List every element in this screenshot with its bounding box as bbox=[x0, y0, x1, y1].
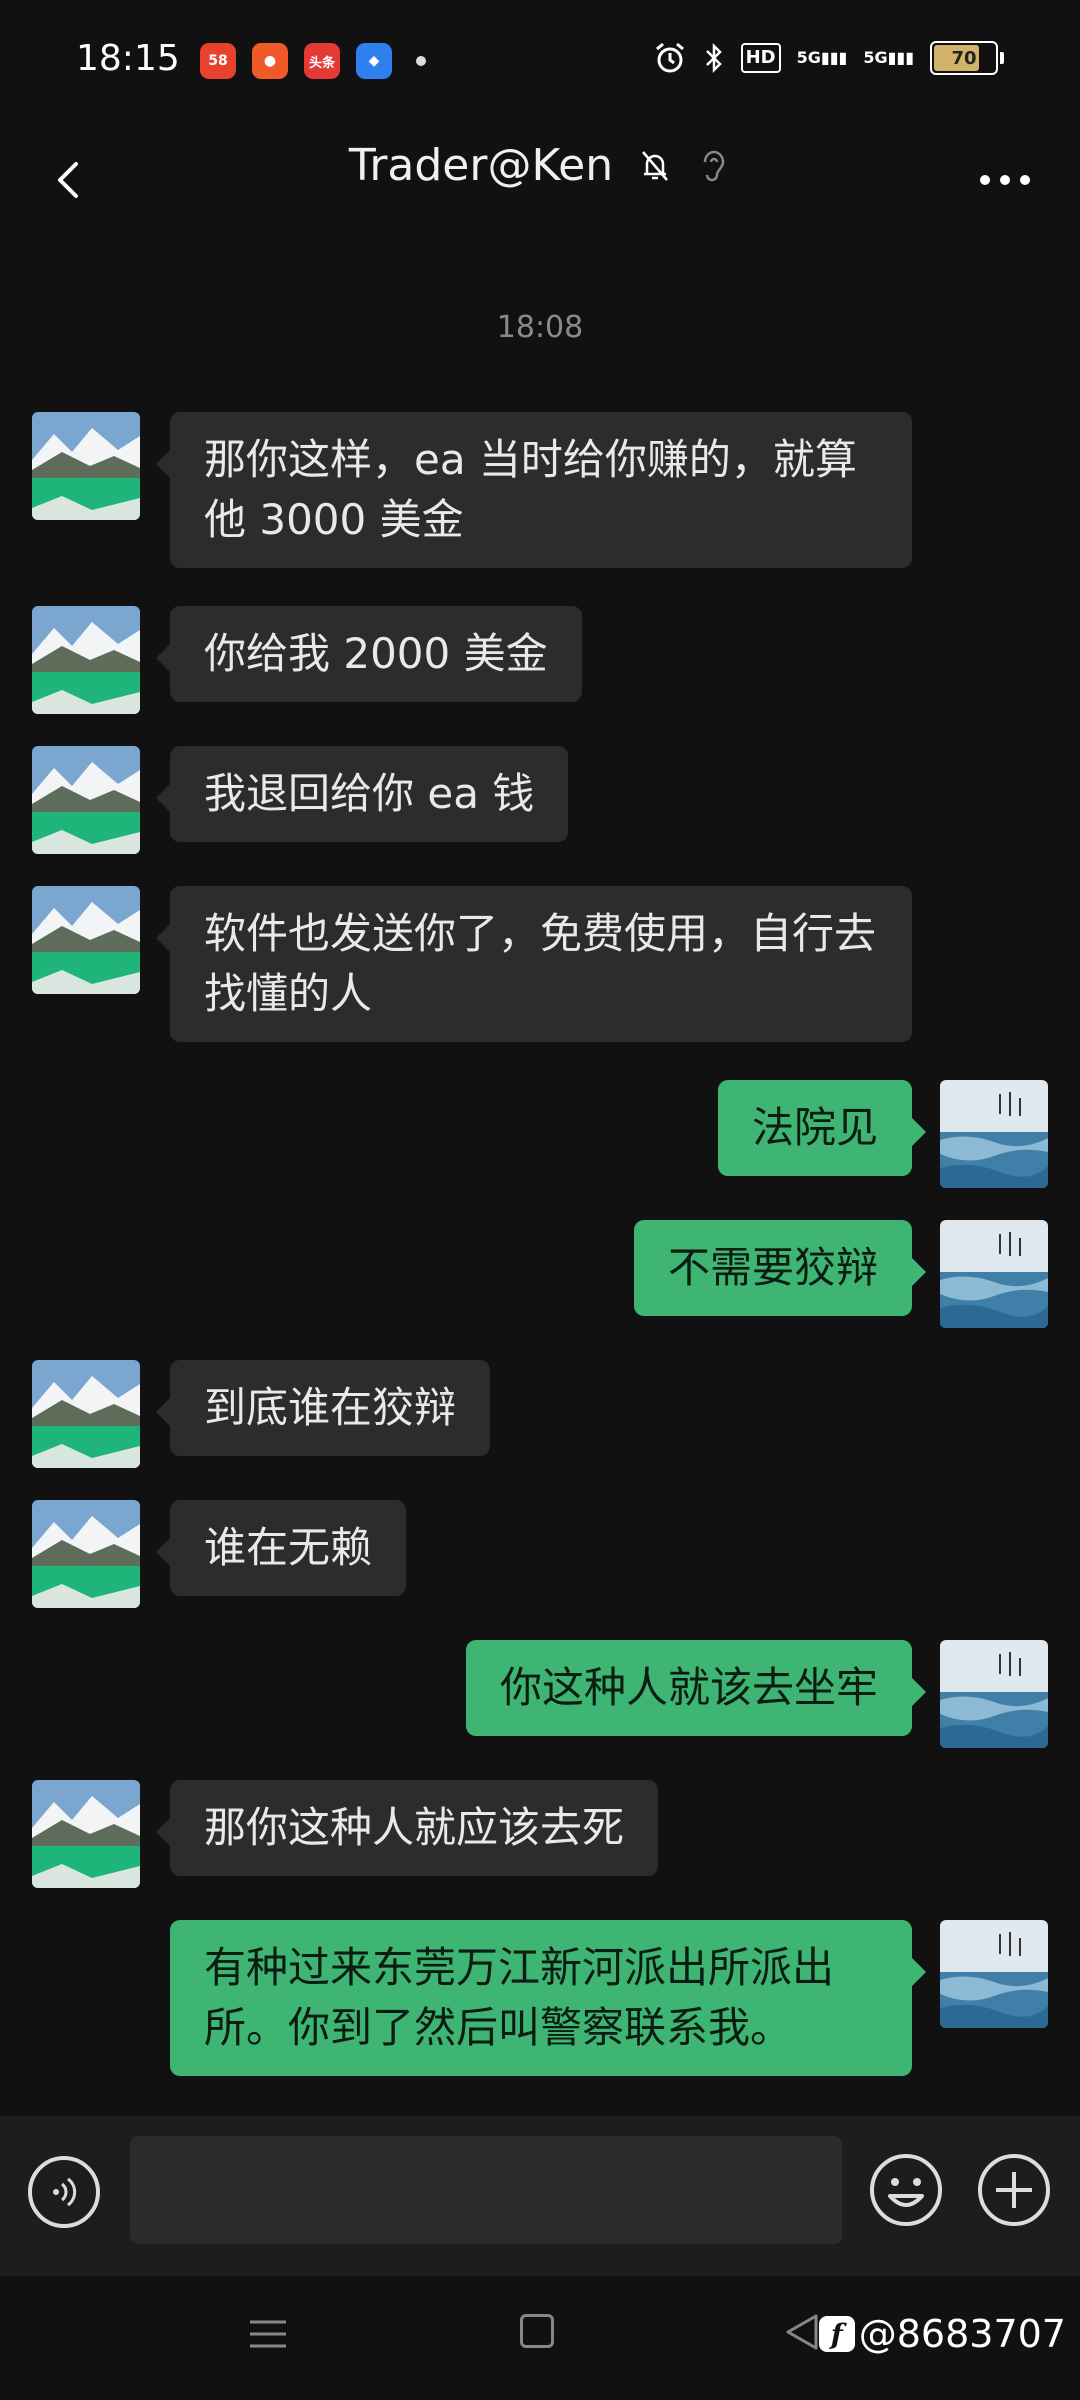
contact-avatar[interactable] bbox=[32, 1500, 140, 1608]
my-avatar[interactable] bbox=[940, 1080, 1048, 1188]
contact-avatar[interactable] bbox=[32, 886, 140, 994]
network-type-1: 5G bbox=[796, 48, 821, 67]
battery-tip bbox=[1000, 52, 1004, 64]
system-nav-bar: f @8683707 bbox=[0, 2276, 1080, 2400]
mountain-lake-avatar-icon bbox=[32, 886, 140, 994]
watermark-logo: f bbox=[818, 2316, 855, 2352]
chat-input-bar bbox=[0, 2116, 1080, 2276]
more-dot-2 bbox=[1000, 175, 1010, 185]
message-bubble-incoming[interactable]: 软件也发送你了，免费使用，自行去找懂的人 bbox=[156, 886, 912, 1042]
contact-avatar[interactable] bbox=[32, 1780, 140, 1888]
message-bubble-incoming[interactable]: 谁在无赖 bbox=[155, 1500, 407, 1596]
app-58-icon: 58 bbox=[200, 43, 236, 79]
ocean-calligraphy-avatar-icon bbox=[940, 1640, 1048, 1748]
title-group: Trader@Ken bbox=[0, 140, 1080, 191]
app-toutiao-icon: 头条 bbox=[304, 43, 340, 79]
message-input[interactable] bbox=[130, 2136, 842, 2244]
contact-avatar[interactable] bbox=[32, 1360, 140, 1468]
add-attachment-icon[interactable] bbox=[976, 2152, 1052, 2228]
mountain-lake-avatar-icon bbox=[32, 412, 140, 520]
more-notifications-dot bbox=[416, 56, 426, 66]
mountain-lake-avatar-icon bbox=[32, 606, 140, 714]
my-avatar[interactable] bbox=[940, 1640, 1048, 1748]
mountain-lake-avatar-icon bbox=[32, 1500, 140, 1608]
signal-5g-icon-2: 5G▮▮▮ bbox=[863, 48, 914, 67]
notification-icons: 58 ● 头条 ◆ bbox=[200, 43, 426, 79]
message-bubble-incoming[interactable]: 那你这种人就应该去死 bbox=[155, 1780, 659, 1876]
ocean-calligraphy-avatar-icon bbox=[940, 1080, 1048, 1188]
my-avatar[interactable] bbox=[940, 1920, 1048, 2028]
status-bar: 18:15 58 ● 头条 ◆ HD 5G▮▮▮ 5G▮▮▮ 70 bbox=[0, 0, 1080, 120]
chat-title[interactable]: Trader@Ken bbox=[349, 140, 613, 191]
more-dot-1 bbox=[980, 175, 990, 185]
mountain-lake-avatar-icon bbox=[32, 746, 140, 854]
watermark-text: @8683707 bbox=[858, 2312, 1066, 2356]
bluetooth-icon bbox=[705, 42, 722, 74]
voice-icon bbox=[53, 2177, 77, 2207]
message-bubble-outgoing[interactable]: 不需要狡辩 bbox=[633, 1220, 927, 1316]
battery-icon: 70 bbox=[930, 41, 998, 75]
app-blue-icon: ◆ bbox=[356, 43, 392, 79]
more-options-icon[interactable] bbox=[970, 150, 1040, 210]
contact-avatar[interactable] bbox=[32, 746, 140, 854]
ocean-calligraphy-avatar-icon bbox=[940, 1220, 1048, 1328]
status-right: HD 5G▮▮▮ 5G▮▮▮ 70 bbox=[653, 40, 1004, 76]
chat-header: Trader@Ken bbox=[0, 130, 1080, 230]
alarm-icon bbox=[655, 42, 684, 73]
ear-icon bbox=[703, 150, 725, 181]
message-timestamp: 18:08 bbox=[496, 310, 584, 345]
mute-bell-icon bbox=[642, 150, 669, 181]
mountain-lake-avatar-icon bbox=[32, 1780, 140, 1888]
hd-icon: HD bbox=[740, 43, 781, 73]
message-bubble-outgoing[interactable]: 你这种人就该去坐牢 bbox=[465, 1640, 927, 1736]
home-icon[interactable] bbox=[520, 2314, 554, 2348]
clock: 18:15 bbox=[76, 38, 180, 79]
contact-avatar[interactable] bbox=[32, 606, 140, 714]
message-bubble-outgoing[interactable]: 有种过来东莞万江新河派出所派出所。你到了然后叫警察联系我。 bbox=[170, 1920, 926, 2076]
recent-apps-icon[interactable] bbox=[248, 2314, 288, 2354]
watermark: f @8683707 bbox=[818, 2312, 1066, 2356]
message-bubble-outgoing[interactable]: 法院见 bbox=[717, 1080, 927, 1176]
nav-back-icon[interactable] bbox=[784, 2312, 820, 2352]
my-avatar[interactable] bbox=[940, 1220, 1048, 1328]
message-bubble-incoming[interactable]: 那你这样，ea 当时给你赚的，就算他 3000 美金 bbox=[156, 412, 912, 568]
network-type-2: 5G bbox=[863, 48, 888, 67]
more-dot-3 bbox=[1020, 175, 1030, 185]
contact-avatar[interactable] bbox=[32, 412, 140, 520]
ocean-calligraphy-avatar-icon bbox=[940, 1920, 1048, 2028]
battery-percent: 70 bbox=[951, 47, 977, 69]
app-orange-icon: ● bbox=[252, 43, 288, 79]
voice-input-button[interactable] bbox=[28, 2156, 100, 2228]
message-bubble-incoming[interactable]: 你给我 2000 美金 bbox=[156, 606, 582, 702]
message-bubble-incoming[interactable]: 到底谁在狡辩 bbox=[155, 1360, 491, 1456]
emoji-icon[interactable] bbox=[868, 2152, 944, 2228]
signal-5g-icon: 5G▮▮▮ bbox=[796, 48, 848, 67]
message-bubble-incoming[interactable]: 我退回给你 ea 钱 bbox=[155, 746, 569, 842]
mountain-lake-avatar-icon bbox=[32, 1360, 140, 1468]
